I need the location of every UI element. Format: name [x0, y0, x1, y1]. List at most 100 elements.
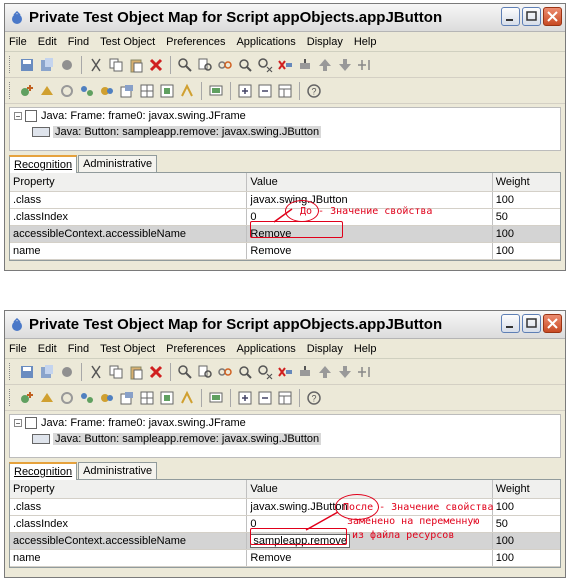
weight-cell[interactable]: 100 — [493, 550, 560, 566]
menu-file[interactable]: File — [9, 343, 27, 355]
save-icon[interactable] — [19, 364, 35, 380]
save-as-icon[interactable] — [39, 364, 55, 380]
paste-icon[interactable] — [128, 57, 144, 73]
monitor-icon[interactable] — [208, 390, 224, 406]
minimize-button[interactable] — [501, 7, 520, 26]
tree-node-frame[interactable]: − Java: Frame: frame0: javax.swing.JFram… — [14, 417, 246, 429]
expand-all-icon[interactable] — [237, 390, 253, 406]
collapse-all-icon[interactable] — [257, 390, 273, 406]
weight-cell[interactable]: 50 — [493, 209, 560, 225]
add-property-icon[interactable] — [357, 364, 373, 380]
toolbar-grip[interactable] — [9, 389, 13, 406]
weight-cell[interactable]: 100 — [493, 226, 560, 242]
menu-find[interactable]: Find — [68, 36, 89, 48]
tab-administrative[interactable]: Administrative — [78, 155, 158, 172]
menu-preferences[interactable]: Preferences — [166, 36, 225, 48]
column-header-value[interactable]: Value — [247, 480, 493, 498]
layout-icon[interactable] — [277, 390, 293, 406]
value-cell[interactable]: Remove — [247, 550, 493, 566]
move-up-icon[interactable] — [317, 364, 333, 380]
tab-administrative[interactable]: Administrative — [78, 462, 158, 479]
highlight-icon[interactable] — [179, 390, 195, 406]
menu-edit[interactable]: Edit — [38, 36, 57, 48]
merge-icon[interactable] — [79, 390, 95, 406]
find-property-icon[interactable] — [237, 364, 253, 380]
help-icon[interactable]: ? — [306, 83, 322, 99]
remove-property-icon[interactable] — [277, 364, 293, 380]
find-clear-icon[interactable] — [257, 57, 273, 73]
value-cell[interactable]: Remove — [247, 243, 493, 259]
weight-cell[interactable]: 100 — [493, 192, 560, 208]
copy-icon[interactable] — [108, 57, 124, 73]
delete-icon[interactable] — [148, 57, 164, 73]
help-icon[interactable]: ? — [306, 390, 322, 406]
menu-test-object[interactable]: Test Object — [100, 36, 155, 48]
object-icon[interactable] — [39, 83, 55, 99]
grid-icon[interactable] — [139, 390, 155, 406]
save-icon[interactable] — [19, 57, 35, 73]
toolbar-grip[interactable] — [9, 363, 13, 380]
tree-node-button[interactable]: Java: Button: sampleapp.remove: javax.sw… — [32, 433, 322, 445]
tree-node-frame[interactable]: − Java: Frame: frame0: javax.swing.JFram… — [14, 110, 246, 122]
table-row[interactable]: name Remove 100 — [10, 243, 560, 260]
toolbar-grip[interactable] — [9, 82, 13, 99]
menu-test-object[interactable]: Test Object — [100, 343, 155, 355]
collapse-toggle-icon[interactable]: − — [14, 112, 22, 121]
column-header-property[interactable]: Property — [10, 480, 248, 498]
paste-icon[interactable] — [128, 364, 144, 380]
menu-applications[interactable]: Applications — [236, 36, 295, 48]
menu-edit[interactable]: Edit — [38, 343, 57, 355]
layout-icon[interactable] — [277, 83, 293, 99]
weight-cell[interactable]: 100 — [493, 533, 560, 549]
move-up-icon[interactable] — [317, 57, 333, 73]
menu-display[interactable]: Display — [307, 36, 343, 48]
table-row[interactable]: name Remove 100 — [10, 550, 560, 567]
remove-property-icon[interactable] — [277, 57, 293, 73]
tab-recognition[interactable]: Recognition — [9, 155, 78, 173]
minimize-button[interactable] — [501, 314, 520, 333]
collapse-toggle-icon[interactable]: − — [14, 419, 22, 428]
toolbar-grip[interactable] — [9, 56, 13, 73]
merge-icon[interactable] — [79, 83, 95, 99]
move-down-icon[interactable] — [337, 57, 353, 73]
column-header-value[interactable]: Value — [247, 173, 493, 191]
copy-icon[interactable] — [108, 364, 124, 380]
menu-display[interactable]: Display — [307, 343, 343, 355]
menu-help[interactable]: Help — [354, 343, 377, 355]
weight-cell[interactable]: 50 — [493, 516, 560, 532]
close-button[interactable] — [543, 314, 562, 333]
tree-node-button[interactable]: Java: Button: sampleapp.remove: javax.sw… — [32, 126, 322, 138]
unify-icon[interactable] — [99, 83, 115, 99]
move-down-icon[interactable] — [337, 364, 353, 380]
maximize-button[interactable] — [522, 314, 541, 333]
weight-icon[interactable] — [297, 57, 313, 73]
back-icon[interactable] — [59, 57, 75, 73]
add-property-icon[interactable] — [357, 57, 373, 73]
properties-icon[interactable] — [159, 390, 175, 406]
find-object-icon[interactable] — [197, 364, 213, 380]
menu-help[interactable]: Help — [354, 36, 377, 48]
insert-object-icon[interactable] — [19, 83, 35, 99]
object-icon[interactable] — [39, 390, 55, 406]
find-icon[interactable] — [177, 364, 193, 380]
maximize-button[interactable] — [522, 7, 541, 26]
unify-icon[interactable] — [99, 390, 115, 406]
cut-icon[interactable] — [88, 57, 104, 73]
weight-icon[interactable] — [297, 364, 313, 380]
column-header-weight[interactable]: Weight — [493, 173, 560, 191]
menu-applications[interactable]: Applications — [236, 343, 295, 355]
delete-icon[interactable] — [148, 364, 164, 380]
cycle-icon[interactable] — [59, 390, 75, 406]
title-bar[interactable]: Private Test Object Map for Script appOb… — [5, 4, 565, 32]
new-object-icon[interactable] — [119, 83, 135, 99]
find-icon[interactable] — [177, 57, 193, 73]
link-icon[interactable] — [217, 364, 233, 380]
expand-all-icon[interactable] — [237, 83, 253, 99]
find-property-icon[interactable] — [237, 57, 253, 73]
menu-preferences[interactable]: Preferences — [166, 343, 225, 355]
title-bar[interactable]: Private Test Object Map for Script appOb… — [5, 311, 565, 339]
column-header-property[interactable]: Property — [10, 173, 248, 191]
grid-icon[interactable] — [139, 83, 155, 99]
new-object-icon[interactable] — [119, 390, 135, 406]
weight-cell[interactable]: 100 — [493, 499, 560, 515]
